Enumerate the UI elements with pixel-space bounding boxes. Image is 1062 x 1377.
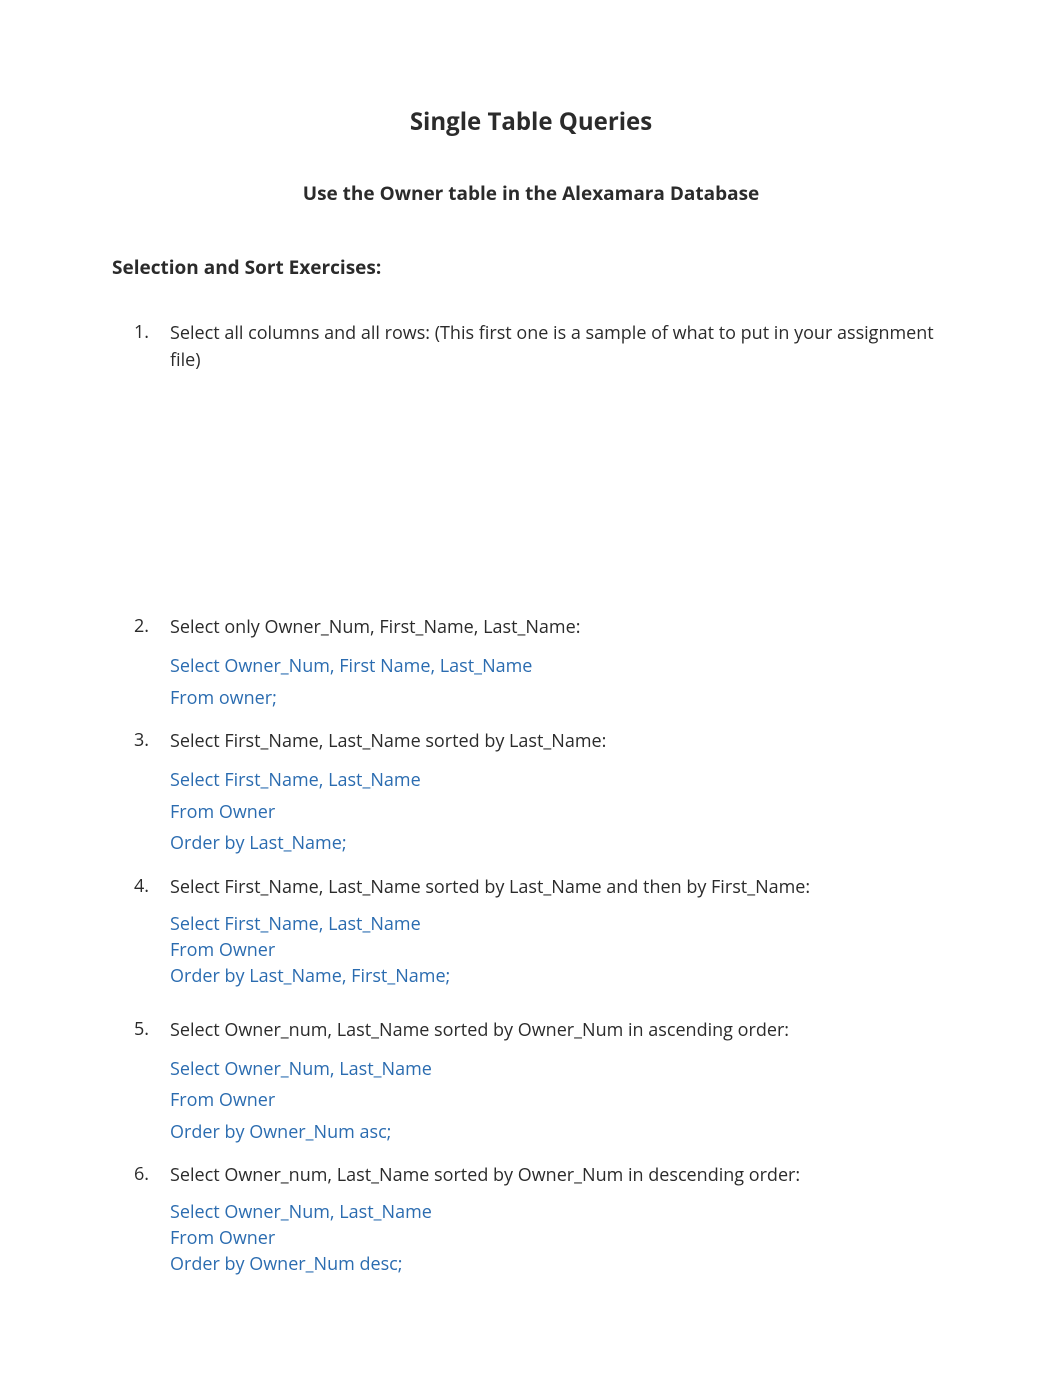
answer-line: From Owner — [170, 797, 950, 829]
answer-line: From Owner — [170, 1085, 950, 1117]
answer-block: Select Owner_Num, First Name, Last_Name … — [170, 651, 950, 714]
question-text: Select First_Name, Last_Name sorted by L… — [170, 728, 950, 755]
answer-line: Select Owner_Num, Last_Name — [170, 1054, 950, 1086]
answer-line: From Owner — [170, 1225, 950, 1251]
question-text: Select all columns and all rows: (This f… — [170, 320, 950, 374]
answer-line: From Owner — [170, 937, 950, 963]
exercise-list: Select all columns and all rows: (This f… — [112, 320, 950, 1278]
question-text: Select First_Name, Last_Name sorted by L… — [170, 874, 950, 901]
list-item: Select Owner_num, Last_Name sorted by Ow… — [170, 1162, 950, 1277]
list-item: Select all columns and all rows: (This f… — [170, 320, 950, 374]
question-text: Select Owner_num, Last_Name sorted by Ow… — [170, 1162, 950, 1189]
list-item: Select Owner_num, Last_Name sorted by Ow… — [170, 1017, 950, 1149]
answer-block: Select First_Name, Last_Name From Owner … — [170, 765, 950, 860]
list-item: Select First_Name, Last_Name sorted by L… — [170, 728, 950, 860]
answer-line: Select Owner_Num, First Name, Last_Name — [170, 651, 950, 683]
answer-line: Select First_Name, Last_Name — [170, 765, 950, 797]
section-heading: Selection and Sort Exercises: — [112, 254, 950, 280]
answer-line: Order by Last_Name, First_Name; — [170, 963, 950, 989]
answer-block: Select First_Name, Last_Name From Owner … — [170, 911, 950, 989]
question-text: Select Owner_num, Last_Name sorted by Ow… — [170, 1017, 950, 1044]
document-title: Single Table Queries — [112, 105, 950, 138]
answer-line: Order by Last_Name; — [170, 828, 950, 860]
answer-line: Select Owner_Num, Last_Name — [170, 1199, 950, 1225]
answer-line: Select First_Name, Last_Name — [170, 911, 950, 937]
answer-line: Order by Owner_Num desc; — [170, 1251, 950, 1277]
answer-line: Order by Owner_Num asc; — [170, 1117, 950, 1149]
list-item: Select only Owner_Num, First_Name, Last_… — [170, 614, 950, 714]
answer-block: Select Owner_Num, Last_Name From Owner O… — [170, 1199, 950, 1277]
answer-block: Select Owner_Num, Last_Name From Owner O… — [170, 1054, 950, 1149]
question-text data-interactable=: Select only Owner_Num, First_Name, Last_… — [170, 614, 950, 641]
document-subtitle: Use the Owner table in the Alexamara Dat… — [112, 180, 950, 206]
answer-line: From owner; — [170, 683, 950, 715]
list-item: Select First_Name, Last_Name sorted by L… — [170, 874, 950, 989]
